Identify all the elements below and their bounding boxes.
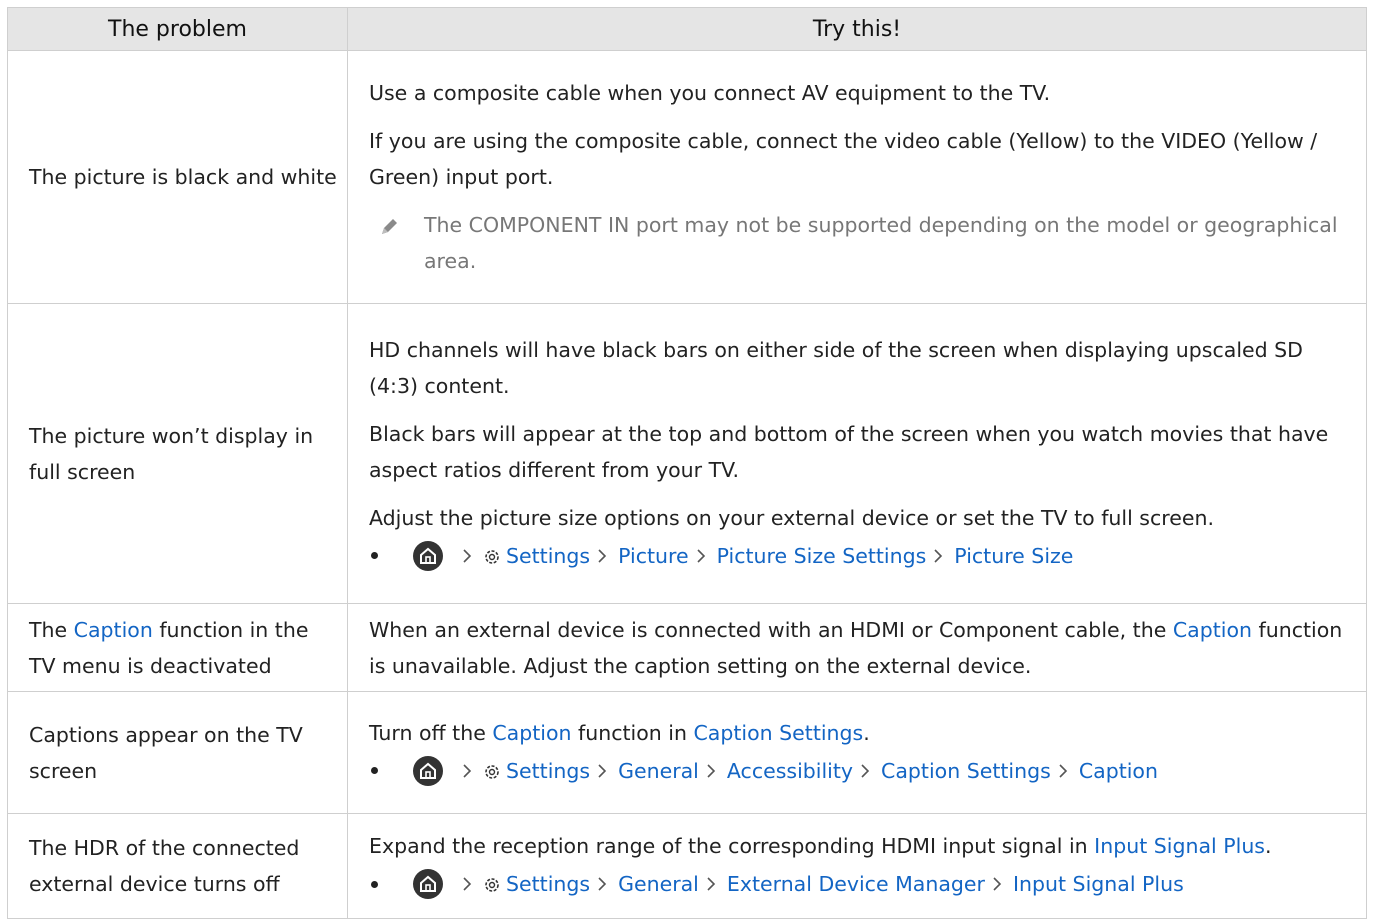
table-row: Captions appear on the TV screen Turn of… (7, 691, 1367, 814)
solution-text-part: function in (571, 720, 694, 745)
solution-cell: Turn off the Caption function in Caption… (347, 691, 1367, 814)
solution-text-part: Turn off the (369, 720, 493, 745)
solution-text-part: . (1265, 834, 1272, 858)
troubleshooting-table: The problem Try this! The picture is bla… (7, 7, 1367, 919)
problem-cell: The picture is black and white (7, 50, 348, 304)
note: The COMPONENT IN port may not be support… (369, 207, 1354, 279)
solution-cell: Use a composite cable when you connect A… (347, 50, 1367, 304)
path-accessibility[interactable]: Accessibility (727, 753, 853, 789)
path-external-device-manager[interactable]: External Device Manager (727, 866, 985, 902)
chevron-right-icon (463, 548, 472, 563)
header-solution: Try this! (347, 7, 1367, 51)
chevron-right-icon (598, 763, 607, 778)
path-picture-size-settings[interactable]: Picture Size Settings (717, 538, 927, 574)
solution-text: When an external device is connected wit… (369, 617, 1173, 642)
chevron-right-icon (598, 548, 607, 563)
path-settings[interactable]: Settings (506, 753, 590, 789)
problem-cell: Captions appear on the TV screen (7, 691, 348, 814)
solution-text: Black bars will appear at the top and bo… (369, 421, 1329, 482)
menu-path: Settings General External Device Manager… (369, 864, 1354, 904)
solution-text: Expand the reception range of the corres… (369, 828, 1354, 864)
gear-icon (485, 549, 499, 564)
home-icon[interactable] (413, 540, 443, 571)
table-row: The HDR of the connected external device… (7, 813, 1367, 919)
pencil-note-icon (382, 219, 397, 234)
menu-path: Settings General Accessibility Caption S… (369, 751, 1354, 791)
solution-text-part: Expand the reception range of the corres… (369, 834, 1095, 858)
problem-cell: The Caption function in the TV menu is d… (7, 603, 348, 692)
home-icon[interactable] (413, 869, 443, 899)
solution-text: Adjust the picture size options on your … (369, 505, 1214, 530)
path-settings[interactable]: Settings (506, 866, 590, 902)
home-icon[interactable] (413, 755, 443, 786)
menu-path: Settings Picture Picture Size Settings P… (369, 536, 1354, 576)
solution-cell: Expand the reception range of the corres… (347, 813, 1367, 919)
solution-text: If you are using the composite cable, co… (369, 129, 1318, 189)
path-general[interactable]: General (618, 753, 699, 789)
chevron-right-icon (993, 877, 1002, 891)
bullet (371, 552, 378, 559)
solution-cell: When an external device is connected wit… (347, 603, 1367, 692)
caption-settings-link[interactable]: Caption Settings (693, 721, 863, 745)
chevron-right-icon (463, 877, 472, 891)
path-picture[interactable]: Picture (618, 538, 689, 574)
path-picture-size[interactable]: Picture Size (954, 538, 1073, 574)
path-input-signal-plus[interactable]: Input Signal Plus (1013, 866, 1184, 902)
chevron-right-icon (697, 548, 705, 563)
caption-link[interactable]: Caption (1173, 618, 1252, 642)
note-text: The COMPONENT IN port may not be support… (424, 213, 1338, 273)
solution-text: Turn off the Caption function in Caption… (369, 715, 1354, 751)
header-problem: The problem (7, 7, 348, 51)
chevron-right-icon (598, 877, 607, 891)
chevron-right-icon (934, 548, 943, 563)
bullet (371, 880, 378, 888)
chevron-right-icon (707, 877, 716, 891)
path-caption-settings[interactable]: Caption Settings (881, 753, 1051, 789)
path-caption[interactable]: Caption (1079, 753, 1158, 789)
chevron-right-icon (707, 763, 716, 778)
table-row: The picture won’t display in full screen… (7, 303, 1367, 604)
problem-text: The (29, 617, 74, 642)
problem-cell: The picture won’t display in full screen (7, 303, 348, 604)
solution-text: Use a composite cable when you connect A… (369, 81, 1051, 105)
chevron-right-icon (1059, 763, 1067, 778)
solution-text: HD channels will have black bars on eith… (369, 337, 1303, 398)
gear-icon (485, 878, 499, 892)
caption-link[interactable]: Caption (492, 721, 571, 745)
table-row: The Caption function in the TV menu is d… (7, 603, 1367, 692)
bullet (371, 767, 378, 774)
solution-text-part: . (863, 720, 870, 745)
table-row: The picture is black and white Use a com… (7, 50, 1367, 304)
problem-cell: The HDR of the connected external device… (7, 813, 348, 919)
caption-link[interactable]: Caption (74, 618, 153, 642)
chevron-right-icon (463, 763, 472, 778)
input-signal-plus-link[interactable]: Input Signal Plus (1094, 834, 1265, 858)
gear-icon (485, 764, 499, 779)
path-general[interactable]: General (618, 866, 699, 902)
path-settings[interactable]: Settings (506, 538, 590, 574)
table-header-row: The problem Try this! (7, 7, 1367, 51)
solution-cell: HD channels will have black bars on eith… (347, 303, 1367, 604)
chevron-right-icon (861, 763, 870, 778)
